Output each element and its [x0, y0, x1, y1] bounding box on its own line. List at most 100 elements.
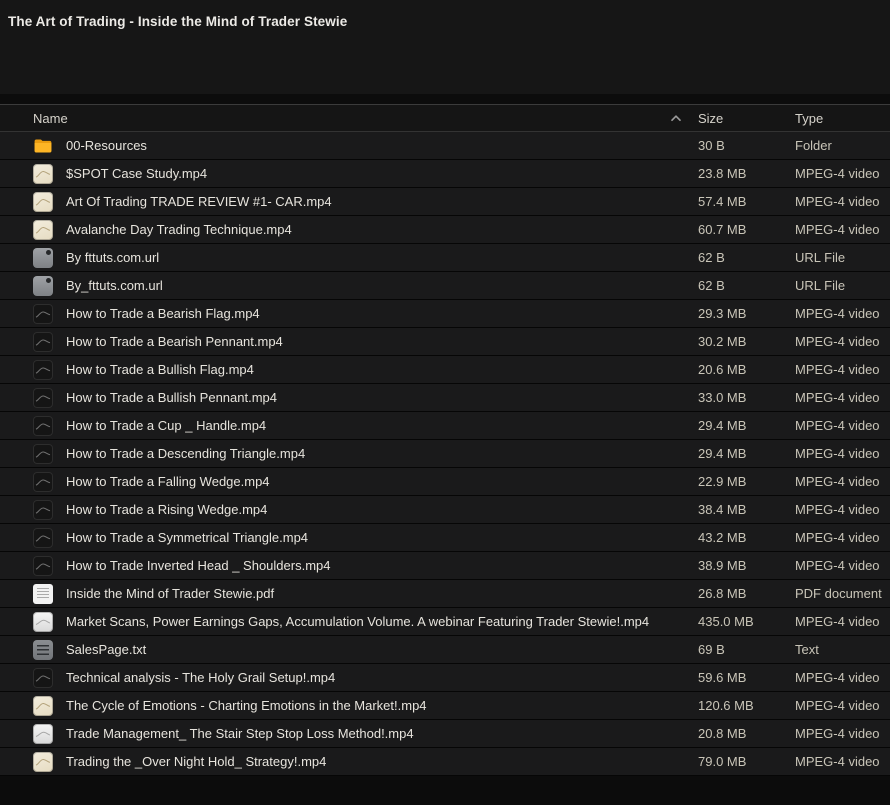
file-icon-cell — [0, 220, 66, 240]
file-name: Technical analysis - The Holy Grail Setu… — [66, 670, 698, 685]
video-thumbnail-icon — [33, 556, 53, 576]
file-type: MPEG-4 video — [795, 670, 890, 685]
file-size: 38.4 MB — [698, 502, 795, 517]
file-name: How to Trade a Cup _ Handle.mp4 — [66, 418, 698, 433]
file-type: MPEG-4 video — [795, 306, 890, 321]
table-row[interactable]: How to Trade a Bearish Flag.mp4 29.3 MB … — [0, 300, 890, 328]
file-name: The Cycle of Emotions - Charting Emotion… — [66, 698, 698, 713]
file-icon-cell — [0, 752, 66, 772]
file-type: MPEG-4 video — [795, 446, 890, 461]
table-row[interactable]: How to Trade a Cup _ Handle.mp4 29.4 MB … — [0, 412, 890, 440]
table-row[interactable]: Inside the Mind of Trader Stewie.pdf 26.… — [0, 580, 890, 608]
table-row[interactable]: Market Scans, Power Earnings Gaps, Accum… — [0, 608, 890, 636]
file-type: URL File — [795, 278, 890, 293]
file-size: 59.6 MB — [698, 670, 795, 685]
file-icon-cell — [0, 276, 66, 296]
file-icon-cell — [0, 164, 66, 184]
file-type: MPEG-4 video — [795, 474, 890, 489]
table-row[interactable]: Technical analysis - The Holy Grail Setu… — [0, 664, 890, 692]
file-icon-cell — [0, 724, 66, 744]
video-thumbnail-icon — [33, 500, 53, 520]
table-row[interactable]: How to Trade Inverted Head _ Shoulders.m… — [0, 552, 890, 580]
file-type: Folder — [795, 138, 890, 153]
table-row[interactable]: Avalanche Day Trading Technique.mp4 60.7… — [0, 216, 890, 244]
video-thumbnail-icon — [33, 472, 53, 492]
file-name: By_fttuts.com.url — [66, 278, 698, 293]
table-row[interactable]: How to Trade a Symmetrical Triangle.mp4 … — [0, 524, 890, 552]
table-row[interactable]: How to Trade a Falling Wedge.mp4 22.9 MB… — [0, 468, 890, 496]
file-size: 29.3 MB — [698, 306, 795, 321]
table-row[interactable]: How to Trade a Descending Triangle.mp4 2… — [0, 440, 890, 468]
file-rows: 00-Resources 30 B Folder $SPOT Case Stud… — [0, 132, 890, 776]
file-type: MPEG-4 video — [795, 390, 890, 405]
file-name: How to Trade a Falling Wedge.mp4 — [66, 474, 698, 489]
file-size: 62 B — [698, 278, 795, 293]
pdf-document-icon — [33, 584, 53, 604]
file-type: MPEG-4 video — [795, 166, 890, 181]
file-size: 23.8 MB — [698, 166, 795, 181]
table-row[interactable]: 00-Resources 30 B Folder — [0, 132, 890, 160]
url-file-icon — [33, 248, 53, 268]
page-title: The Art of Trading - Inside the Mind of … — [8, 14, 890, 29]
video-thumbnail-icon — [33, 668, 53, 688]
table-row[interactable]: Trading the _Over Night Hold_ Strategy!.… — [0, 748, 890, 776]
video-thumbnail-icon — [33, 332, 53, 352]
sort-ascending-icon — [670, 114, 682, 122]
file-size: 30.2 MB — [698, 334, 795, 349]
file-size: 57.4 MB — [698, 194, 795, 209]
table-row[interactable]: How to Trade a Bullish Pennant.mp4 33.0 … — [0, 384, 890, 412]
column-header-name-label: Name — [33, 111, 68, 126]
file-name: $SPOT Case Study.mp4 — [66, 166, 698, 181]
text-file-icon — [33, 640, 53, 660]
file-icon-cell — [0, 668, 66, 688]
table-row[interactable]: By fttuts.com.url 62 B URL File — [0, 244, 890, 272]
column-header-size[interactable]: Size — [698, 111, 795, 126]
file-icon-cell — [0, 612, 66, 632]
file-name: Trading the _Over Night Hold_ Strategy!.… — [66, 754, 698, 769]
title-bar: The Art of Trading - Inside the Mind of … — [0, 0, 890, 94]
file-name: Avalanche Day Trading Technique.mp4 — [66, 222, 698, 237]
file-size: 29.4 MB — [698, 446, 795, 461]
file-name: How to Trade a Descending Triangle.mp4 — [66, 446, 698, 461]
table-row[interactable]: Trade Management_ The Stair Step Stop Lo… — [0, 720, 890, 748]
file-icon-cell — [0, 248, 66, 268]
column-header-name[interactable]: Name — [0, 111, 698, 126]
file-size: 43.2 MB — [698, 530, 795, 545]
file-type: MPEG-4 video — [795, 558, 890, 573]
table-row[interactable]: How to Trade a Rising Wedge.mp4 38.4 MB … — [0, 496, 890, 524]
video-thumbnail-icon — [33, 192, 53, 212]
file-icon-cell — [0, 192, 66, 212]
file-type: MPEG-4 video — [795, 194, 890, 209]
file-icon-cell — [0, 584, 66, 604]
video-thumbnail-icon — [33, 416, 53, 436]
file-name: How to Trade Inverted Head _ Shoulders.m… — [66, 558, 698, 573]
file-icon-cell — [0, 444, 66, 464]
file-size: 26.8 MB — [698, 586, 795, 601]
table-row[interactable]: By_fttuts.com.url 62 B URL File — [0, 272, 890, 300]
file-size: 60.7 MB — [698, 222, 795, 237]
table-row[interactable]: How to Trade a Bearish Pennant.mp4 30.2 … — [0, 328, 890, 356]
table-row[interactable]: SalesPage.txt 69 B Text — [0, 636, 890, 664]
table-row[interactable]: $SPOT Case Study.mp4 23.8 MB MPEG-4 vide… — [0, 160, 890, 188]
file-name: How to Trade a Bearish Flag.mp4 — [66, 306, 698, 321]
file-size: 20.6 MB — [698, 362, 795, 377]
file-size: 120.6 MB — [698, 698, 795, 713]
file-name: SalesPage.txt — [66, 642, 698, 657]
file-size: 33.0 MB — [698, 390, 795, 405]
column-header-type[interactable]: Type — [795, 111, 890, 126]
file-type: MPEG-4 video — [795, 698, 890, 713]
file-name: Art Of Trading TRADE REVIEW #1- CAR.mp4 — [66, 194, 698, 209]
file-name: By fttuts.com.url — [66, 250, 698, 265]
file-type: MPEG-4 video — [795, 530, 890, 545]
file-type: Text — [795, 642, 890, 657]
file-size: 435.0 MB — [698, 614, 795, 629]
file-size: 62 B — [698, 250, 795, 265]
file-icon-cell — [0, 472, 66, 492]
file-size: 30 B — [698, 138, 795, 153]
file-icon-cell — [0, 416, 66, 436]
table-row[interactable]: Art Of Trading TRADE REVIEW #1- CAR.mp4 … — [0, 188, 890, 216]
file-name: Trade Management_ The Stair Step Stop Lo… — [66, 726, 698, 741]
table-row[interactable]: The Cycle of Emotions - Charting Emotion… — [0, 692, 890, 720]
table-row[interactable]: How to Trade a Bullish Flag.mp4 20.6 MB … — [0, 356, 890, 384]
file-icon-cell — [0, 360, 66, 380]
